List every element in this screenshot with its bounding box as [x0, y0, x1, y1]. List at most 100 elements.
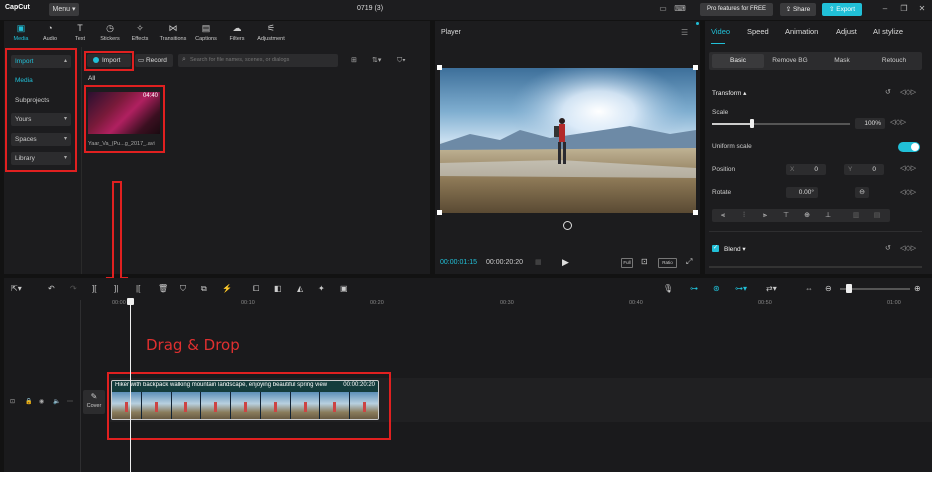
- tab-video[interactable]: Video: [711, 27, 730, 36]
- sidebar-item-import[interactable]: Import ▴: [11, 55, 71, 68]
- position-x-input[interactable]: X0: [786, 164, 826, 175]
- crop-handle[interactable]: [693, 65, 698, 70]
- split-icon[interactable]: ][: [92, 284, 96, 293]
- crop-handle[interactable]: [693, 210, 698, 215]
- align-left-icon[interactable]: ⫷: [716, 210, 730, 221]
- scale-slider-knob[interactable]: [749, 119, 754, 128]
- menu-button[interactable]: Menu ▾: [49, 3, 79, 16]
- layout-icon[interactable]: ▭: [657, 3, 669, 15]
- split-left-icon[interactable]: ]|: [114, 284, 118, 293]
- distribute-h-icon[interactable]: ▥: [849, 210, 863, 221]
- tab-media[interactable]: ▣ Media: [6, 22, 36, 46]
- crop-icon[interactable]: ⧉: [201, 284, 207, 294]
- snap-icon[interactable]: ⊶▾: [735, 284, 747, 293]
- position-y-input[interactable]: Y0: [844, 164, 884, 175]
- crop-handle[interactable]: [437, 210, 442, 215]
- export-button[interactable]: ⇧ Export: [822, 3, 862, 16]
- tab-speed[interactable]: Speed: [747, 27, 769, 36]
- sidebar-item-subprojects[interactable]: Subprojects: [11, 94, 71, 107]
- more-icon[interactable]: ⋯: [67, 398, 73, 405]
- sidebar-item-spaces[interactable]: Spaces ▾: [11, 133, 71, 146]
- zoom-out-icon[interactable]: ⊖: [825, 284, 832, 293]
- sidebar-item-media[interactable]: Media: [11, 74, 71, 87]
- shield-icon[interactable]: ⛉: [180, 284, 186, 294]
- tab-animation[interactable]: Animation: [785, 27, 818, 36]
- cover-button[interactable]: ✎ Cover: [83, 390, 105, 414]
- minimize-icon[interactable]: –: [879, 3, 891, 15]
- reset-icon[interactable]: ↺: [885, 88, 891, 96]
- tab-text[interactable]: T Text: [65, 22, 95, 46]
- scale-input[interactable]: 100%: [855, 118, 885, 129]
- record-button[interactable]: ▭ Record: [135, 54, 173, 67]
- microphone-icon[interactable]: 🎙: [663, 284, 673, 293]
- sidebar-item-yours[interactable]: Yours ▾: [11, 113, 71, 126]
- reset-icon[interactable]: ↺: [885, 244, 891, 252]
- track-toggle-icon[interactable]: ⊡: [10, 398, 15, 405]
- tab-stickers[interactable]: ◷ Stickers: [95, 22, 125, 46]
- transform-section[interactable]: Transform ▴: [712, 89, 746, 97]
- align-top-icon[interactable]: ⊤: [779, 210, 793, 221]
- rotate-dial-icon[interactable]: ⊖: [855, 187, 869, 198]
- video-preview[interactable]: [440, 68, 696, 213]
- tab-audio[interactable]: ◔ Audio: [35, 22, 65, 46]
- keyboard-icon[interactable]: ⌨: [674, 3, 686, 15]
- grid-view-icon[interactable]: ⊞: [351, 54, 357, 67]
- panel-scrollbar[interactable]: [709, 266, 922, 268]
- rotate-handle-icon[interactable]: [563, 221, 572, 230]
- tab-filters[interactable]: ☁ Filters: [222, 22, 252, 46]
- timecode-icon[interactable]: ▦: [535, 258, 542, 266]
- tab-adjust[interactable]: Adjust: [836, 27, 857, 36]
- close-icon[interactable]: ✕: [916, 3, 928, 15]
- split-right-icon[interactable]: |[: [136, 284, 140, 293]
- subtab-retouch[interactable]: Retouch: [868, 54, 920, 68]
- blend-checkbox[interactable]: ✓: [712, 245, 719, 252]
- keyframe-icon[interactable]: ◁◇▷: [900, 244, 916, 252]
- snapshot-icon[interactable]: ⊡: [641, 257, 648, 266]
- sidebar-item-library[interactable]: Library ▾: [11, 152, 71, 165]
- filter-icon[interactable]: ⛉▾: [397, 54, 406, 67]
- zoom-slider-knob[interactable]: [846, 284, 852, 293]
- preview-axis-icon[interactable]: ⇄▾: [766, 284, 777, 293]
- speed-icon[interactable]: ⚡: [222, 284, 232, 293]
- keyframe-icon[interactable]: ◁◇▷: [900, 164, 916, 172]
- select-tool-icon[interactable]: ⇱▾: [11, 284, 22, 293]
- eye-icon[interactable]: ◉: [39, 398, 44, 405]
- full-button[interactable]: Full: [621, 258, 633, 268]
- playhead-handle[interactable]: [127, 298, 134, 305]
- sort-icon[interactable]: ⇅▾: [372, 54, 381, 67]
- align-right-icon[interactable]: ⫸: [758, 210, 772, 221]
- keyframe-icon[interactable]: ◁◇▷: [890, 118, 906, 126]
- speaker-icon[interactable]: 🔈: [53, 398, 60, 405]
- media-clip-thumbnail[interactable]: 04:40: [88, 92, 160, 134]
- timeline-ruler[interactable]: [110, 297, 932, 309]
- crop-handle[interactable]: [437, 65, 442, 70]
- lock-icon[interactable]: 🔒: [25, 398, 32, 405]
- subtitle-icon[interactable]: ▣: [340, 284, 348, 293]
- flip-icon[interactable]: ◭: [297, 284, 303, 293]
- pro-features-button[interactable]: Pro features for FREE: [700, 3, 773, 16]
- player-menu-icon[interactable]: ☰: [681, 28, 688, 37]
- zoom-in-icon[interactable]: ⊕: [914, 284, 921, 293]
- subtab-mask[interactable]: Mask: [816, 54, 868, 68]
- delete-icon[interactable]: 🗑: [158, 284, 168, 293]
- share-button[interactable]: ⇪ Share: [780, 3, 816, 16]
- blend-section[interactable]: Blend ▾: [724, 245, 746, 253]
- keyframe-icon[interactable]: ◁◇▷: [900, 88, 916, 96]
- tab-ai-stylize[interactable]: AI stylize: [873, 27, 903, 36]
- tab-adjustment[interactable]: ⚟ Adjustment: [254, 22, 288, 46]
- subtab-basic[interactable]: Basic: [712, 54, 764, 68]
- subtab-remove-bg[interactable]: Remove BG: [764, 54, 816, 68]
- distribute-v-icon[interactable]: ▤: [870, 210, 884, 221]
- undo-icon[interactable]: ↶: [48, 284, 55, 293]
- magnet-icon[interactable]: ⊛: [713, 284, 720, 293]
- rotate-input[interactable]: 0.00°: [786, 187, 818, 198]
- mirror-icon[interactable]: ◧: [274, 284, 282, 293]
- link-icon[interactable]: ⊶: [690, 284, 698, 293]
- align-bottom-icon[interactable]: ⊥: [821, 210, 835, 221]
- playhead[interactable]: [130, 300, 131, 472]
- redo-icon[interactable]: ↷: [70, 284, 77, 293]
- fullscreen-icon[interactable]: ⤢: [686, 257, 692, 267]
- align-middle-icon[interactable]: ⊕: [800, 210, 814, 221]
- freeze-icon[interactable]: ⧠: [253, 284, 259, 294]
- tab-transitions[interactable]: ⋈ Transitions: [158, 22, 188, 46]
